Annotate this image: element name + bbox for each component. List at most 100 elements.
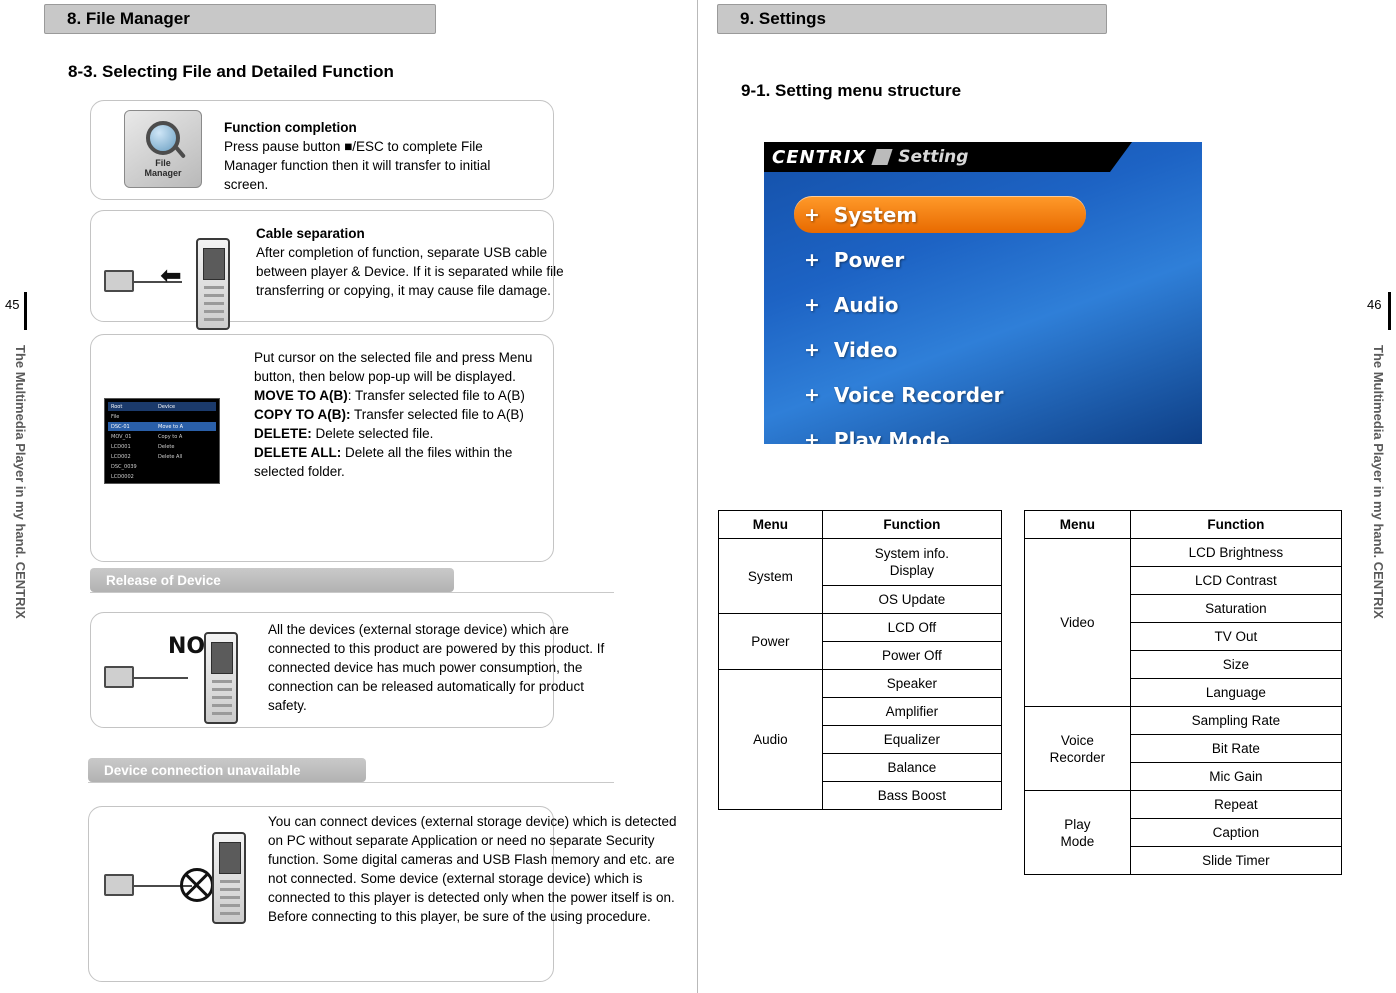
file-manager-icon: File Manager — [124, 110, 202, 188]
cable-line — [134, 677, 188, 679]
menu-shot-cell: Device — [158, 403, 176, 410]
settings-table-left: Menu Function System System info. Display… — [718, 510, 1003, 810]
popup-menu-delete-desc: Delete selected file. — [311, 426, 434, 441]
banner-release-of-device: Release of Device — [90, 568, 454, 592]
blocked-x-icon — [180, 868, 214, 902]
popup-menu-move-label: MOVE TO A(B) — [254, 388, 348, 403]
table-row: Play Mode Repeat — [1024, 790, 1343, 875]
page-divider — [697, 0, 698, 993]
table-cell-function: Repeat — [1129, 790, 1343, 819]
settings-menu-item-voice-recorder[interactable]: + Voice Recorder — [794, 376, 1154, 413]
menu-shot-row: Root Device — [108, 402, 216, 411]
menu-shot-cell: LCD0002 — [111, 473, 134, 480]
settings-menu-item-label: Power — [833, 247, 905, 272]
banner-device-connection-unavailable: Device connection unavailable — [88, 758, 366, 782]
menu-shot-row: MOV_01 Copy to A — [108, 432, 216, 441]
menu-shot-row: File — [108, 412, 216, 421]
cable-separation-heading: Cable separation — [256, 226, 365, 241]
table-header-menu: Menu — [718, 510, 823, 539]
page-number-left: 45 — [5, 297, 20, 312]
settings-menu-item-system[interactable]: + System — [794, 196, 1086, 233]
player-device-icon — [212, 832, 246, 924]
table-cell-function: OS Update — [821, 585, 1003, 614]
table-cell-function: Bit Rate — [1129, 734, 1343, 763]
table-header-row: Menu Function — [718, 510, 1003, 539]
centrix-logo: CENTRIX — [772, 146, 867, 168]
illustration-cable-separation: ⬅ — [104, 232, 244, 336]
magnifier-icon — [146, 120, 180, 155]
table-cell-function: Amplifier — [821, 697, 1003, 726]
menu-shot-row: DSC_0039 — [108, 462, 216, 471]
menu-shot-cell: Copy to A — [158, 433, 183, 440]
banner-device-connection-unavailable-label: Device connection unavailable — [104, 762, 301, 778]
player-buttons — [220, 880, 240, 918]
settings-menu-item-play-mode[interactable]: + Play Mode — [794, 421, 1154, 445]
side-branding-right: The Multimedia Player in my hand. CENTRI… — [1371, 345, 1386, 619]
popup-menu-intro: Put cursor on the selected file and pres… — [254, 350, 533, 384]
table-cell-function: Slide Timer — [1129, 846, 1343, 875]
table-cell-menu: Power — [718, 613, 823, 670]
section-tab-file-manager: 8. File Manager — [44, 4, 436, 34]
menu-shot-cell: LCD001 — [111, 443, 131, 450]
menu-shot-cell: DSC-01 — [111, 423, 130, 430]
section-tab-settings: 9. Settings — [717, 4, 1107, 34]
settings-screen-preview: CENTRIX Setting + System + Power + Audio… — [764, 142, 1202, 444]
settings-menu-item-label: Play Mode — [833, 427, 950, 445]
popup-menu-text: Put cursor on the selected file and pres… — [254, 348, 544, 481]
table-cell-function: Mic Gain — [1129, 762, 1343, 791]
table-row: System System info. Display — [718, 538, 1003, 614]
plus-icon: + — [804, 428, 820, 445]
player-buttons — [212, 680, 232, 718]
function-completion-heading: Function completion — [224, 120, 357, 135]
settings-menu-list: + System + Power + Audio + Video + Voice… — [794, 196, 1154, 444]
banner-release-of-device-label: Release of Device — [106, 572, 221, 588]
popup-menu-delete-all-label: DELETE ALL: — [254, 445, 342, 460]
table-row: Power LCD Off — [718, 613, 1003, 670]
settings-menu-item-audio[interactable]: + Audio — [794, 286, 1154, 323]
section-tab-file-manager-label: 8. File Manager — [67, 9, 190, 28]
menu-shot-row: DSC-01 Move to A — [108, 422, 216, 431]
table-header-menu: Menu — [1024, 510, 1131, 539]
cable-separation-body: After completion of function, separate U… — [256, 245, 564, 298]
plus-icon: + — [804, 248, 820, 271]
popup-menu-copy-desc: Transfer selected file to A(B) — [350, 407, 524, 422]
table-cell-function: Caption — [1129, 818, 1343, 847]
settings-menu-item-label: System — [833, 202, 918, 227]
banner-release-underline — [90, 592, 614, 593]
popup-menu-move-desc: : Transfer selected file to A(B) — [347, 388, 525, 403]
section-tab-settings-label: 9. Settings — [740, 9, 826, 28]
menu-shot-cell: File — [111, 413, 120, 420]
page-number-right: 46 — [1367, 297, 1382, 312]
menu-shot-cell: Root — [111, 403, 123, 410]
settings-menu-item-power[interactable]: + Power — [794, 241, 1154, 278]
plus-icon: + — [804, 203, 820, 226]
menu-shot-cell: LCD002 — [111, 453, 131, 460]
subsection-title-9-1: 9-1. Setting menu structure — [741, 81, 962, 100]
function-completion-body: Press pause button ■/ESC to complete Fil… — [224, 139, 491, 192]
table-cell-function: System info. Display — [821, 538, 1003, 586]
player-screen — [219, 842, 241, 874]
pc-icon — [104, 874, 134, 896]
table-cell-function: Equalizer — [821, 725, 1003, 754]
settings-menu-item-label: Video — [833, 337, 898, 362]
left-arrow-icon: ⬅ — [160, 260, 182, 290]
table-cell-menu: Video — [1024, 538, 1131, 707]
table-header-function: Function — [821, 510, 1003, 539]
cable-separation-text: Cable separation After completion of fun… — [256, 224, 590, 300]
player-device-icon — [204, 632, 238, 724]
table-cell-menu: Audio — [718, 669, 823, 810]
illustration-no-connection: NO — [104, 628, 254, 738]
table-cell-function: TV Out — [1129, 622, 1343, 651]
side-branding-left: The Multimedia Player in my hand. CENTRI… — [13, 345, 28, 619]
settings-menu-item-video[interactable]: + Video — [794, 331, 1154, 368]
function-completion-text: Function completion Press pause button ■… — [224, 118, 524, 194]
device-connection-unavailable-body: You can connect devices (external storag… — [268, 814, 677, 924]
table-cell-function: Bass Boost — [821, 781, 1003, 810]
popup-menu-copy-label: COPY TO A(B): — [254, 407, 351, 422]
pc-icon — [104, 666, 134, 688]
table-cell-menu: Voice Recorder — [1024, 706, 1131, 791]
table-cell-function: Sampling Rate — [1129, 706, 1343, 735]
menu-shot-cell: Delete All — [158, 453, 183, 460]
settings-screen-topbar: CENTRIX Setting — [764, 142, 1132, 172]
menu-shot-cell: Move to A — [158, 423, 184, 430]
